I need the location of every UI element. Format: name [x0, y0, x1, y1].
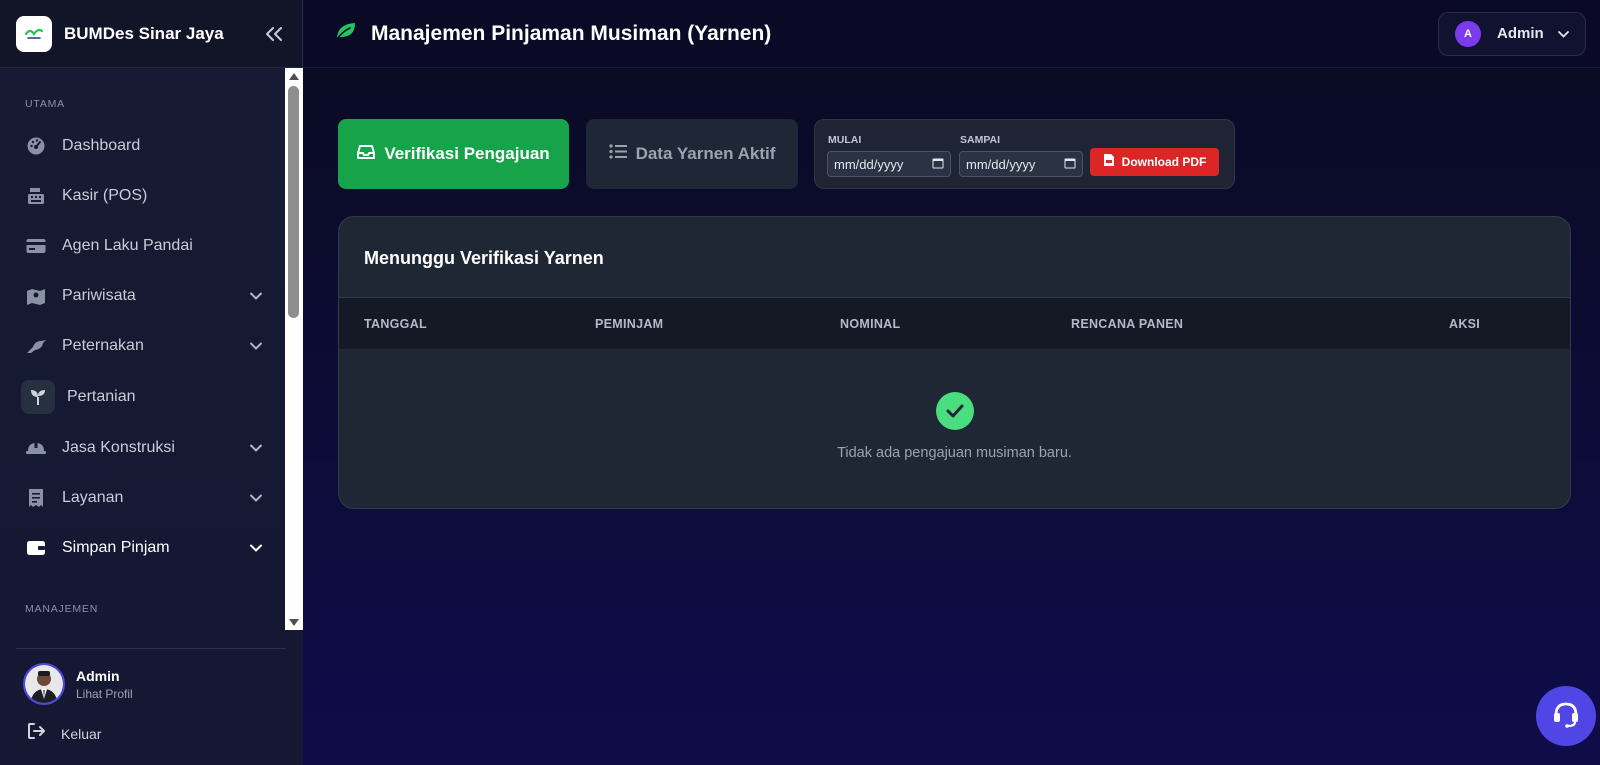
download-pdf-label: Download PDF — [1121, 155, 1207, 169]
sidebar-item-label: Simpan Pinjam — [62, 539, 170, 556]
sidebar-item-pariwisata[interactable]: Pariwisata — [16, 274, 272, 318]
chevron-down-icon — [246, 438, 266, 458]
logout-label: Keluar — [61, 725, 102, 742]
start-date-input[interactable]: mm/dd/yyyy — [827, 151, 951, 177]
collapse-sidebar-icon[interactable] — [262, 22, 286, 46]
profile-sub-link[interactable]: Lihat Profil — [76, 687, 133, 701]
sidebar-scrollbar[interactable] — [285, 68, 303, 630]
verify-submission-label: Verifikasi Pengajuan — [384, 144, 550, 163]
chevron-down-icon — [246, 336, 266, 356]
calendar-icon[interactable] — [932, 157, 944, 172]
column-header-action: AKSI — [1449, 317, 1481, 331]
sidebar-nav: UTAMA Dashboard Kasir (POS) Agen Laku Pa… — [0, 68, 303, 630]
brand-name: BUMDes Sinar Jaya — [64, 23, 224, 43]
logout-icon — [28, 723, 46, 744]
sidebar-item-kasir[interactable]: Kasir (POS) — [16, 174, 272, 218]
sidebar-item-dashboard[interactable]: Dashboard — [16, 124, 272, 168]
avatar — [23, 663, 65, 705]
sidebar-item-peternakan[interactable]: Peternakan — [16, 324, 272, 368]
page-title: Manajemen Pinjaman Musiman (Yarnen) — [371, 21, 772, 45]
list-icon — [608, 144, 627, 164]
sidebar-item-pertanian[interactable]: Pertanian — [16, 375, 272, 419]
divider — [16, 648, 286, 649]
user-menu-name: Admin — [1497, 25, 1544, 42]
sidebar-item-label: Agen Laku Pandai — [62, 237, 193, 254]
sidebar-item-label: Pertanian — [67, 388, 136, 405]
sidebar: BUMDes Sinar Jaya UTAMA Dashboard Kasir … — [0, 0, 303, 765]
profile-link[interactable]: Admin Lihat Profil — [23, 663, 133, 705]
sidebar-item-label: Pariwisata — [62, 287, 136, 304]
end-date-label: SAMPAI — [960, 134, 1001, 146]
date-filter-panel: MULAI mm/dd/yyyy SAMPAI mm/dd/yyyy Downl… — [814, 119, 1235, 189]
receipt-icon — [25, 487, 47, 509]
sidebar-item-label: Kasir (POS) — [62, 187, 148, 204]
column-header-harvest-plan: RENCANA PANEN — [1071, 317, 1184, 331]
section-label-manage: MANAJEMEN — [25, 603, 99, 615]
profile-name: Admin — [76, 667, 120, 684]
pending-verification-card: Menunggu Verifikasi Yarnen TANGGAL PEMIN… — [338, 216, 1571, 509]
hard-hat-icon — [25, 437, 47, 459]
sidebar-item-agen-laku-pandai[interactable]: Agen Laku Pandai — [16, 224, 272, 268]
empty-state-message: Tidak ada pengajuan musiman baru. — [837, 445, 1072, 461]
calendar-icon[interactable] — [1064, 157, 1076, 172]
main-content: Verifikasi Pengajuan Data Yarnen Aktif M… — [303, 68, 1600, 765]
active-data-tab[interactable]: Data Yarnen Aktif — [586, 119, 798, 189]
sidebar-item-label: Dashboard — [62, 137, 141, 154]
brand-header: BUMDes Sinar Jaya — [0, 0, 302, 68]
scrollbar-thumb[interactable] — [288, 86, 299, 318]
sidebar-item-jasa-konstruksi[interactable]: Jasa Konstruksi — [16, 426, 272, 470]
sidebar-item-layanan[interactable]: Layanan — [16, 476, 272, 520]
column-header-borrower: PEMINJAM — [595, 317, 664, 331]
verify-submission-tab[interactable]: Verifikasi Pengajuan — [338, 119, 569, 189]
user-menu-dropdown[interactable]: A Admin — [1438, 11, 1586, 56]
section-label-main: UTAMA — [25, 98, 65, 110]
pdf-file-icon — [1103, 153, 1115, 172]
wallet-icon — [25, 537, 47, 559]
brand-logo-icon — [16, 15, 52, 52]
chevron-down-icon — [246, 488, 266, 508]
download-pdf-button[interactable]: Download PDF — [1090, 148, 1219, 176]
leaf-icon — [335, 21, 357, 46]
card-title: Menunggu Verifikasi Yarnen — [364, 248, 604, 268]
top-bar: Manajemen Pinjaman Musiman (Yarnen) A Ad… — [303, 0, 1600, 68]
bird-icon — [25, 335, 47, 357]
sidebar-footer: Admin Lihat Profil Keluar — [0, 630, 303, 765]
headset-icon — [1551, 700, 1581, 733]
chevron-down-icon — [1558, 25, 1569, 43]
seedling-icon — [21, 380, 55, 414]
credit-card-icon — [25, 235, 47, 257]
user-initial-avatar: A — [1455, 20, 1481, 47]
sidebar-item-label: Peternakan — [62, 337, 144, 354]
support-chat-button[interactable] — [1536, 686, 1596, 746]
chevron-down-icon — [246, 538, 266, 558]
end-date-placeholder: mm/dd/yyyy — [966, 156, 1036, 172]
scroll-up-arrow-icon[interactable] — [288, 70, 300, 82]
chevron-down-icon — [246, 286, 266, 306]
column-header-amount: NOMINAL — [840, 317, 901, 331]
start-date-label: MULAI — [828, 134, 862, 146]
active-data-label: Data Yarnen Aktif — [635, 144, 776, 163]
table-header: TANGGAL PEMINJAM NOMINAL RENCANA PANEN A… — [339, 297, 1570, 349]
inbox-icon — [357, 144, 376, 165]
end-date-input[interactable]: mm/dd/yyyy — [959, 151, 1083, 177]
start-date-placeholder: mm/dd/yyyy — [834, 156, 904, 172]
map-icon — [25, 285, 47, 307]
check-circle-icon — [936, 392, 974, 430]
cash-register-icon — [25, 185, 47, 207]
dashboard-gauge-icon — [25, 135, 47, 157]
logout-button[interactable]: Keluar — [28, 723, 101, 744]
sidebar-item-label: Jasa Konstruksi — [62, 439, 175, 456]
sidebar-item-label: Layanan — [62, 489, 124, 506]
column-header-date: TANGGAL — [364, 317, 427, 331]
scroll-down-arrow-icon[interactable] — [288, 616, 300, 628]
sidebar-item-simpan-pinjam[interactable]: Simpan Pinjam — [16, 526, 272, 570]
